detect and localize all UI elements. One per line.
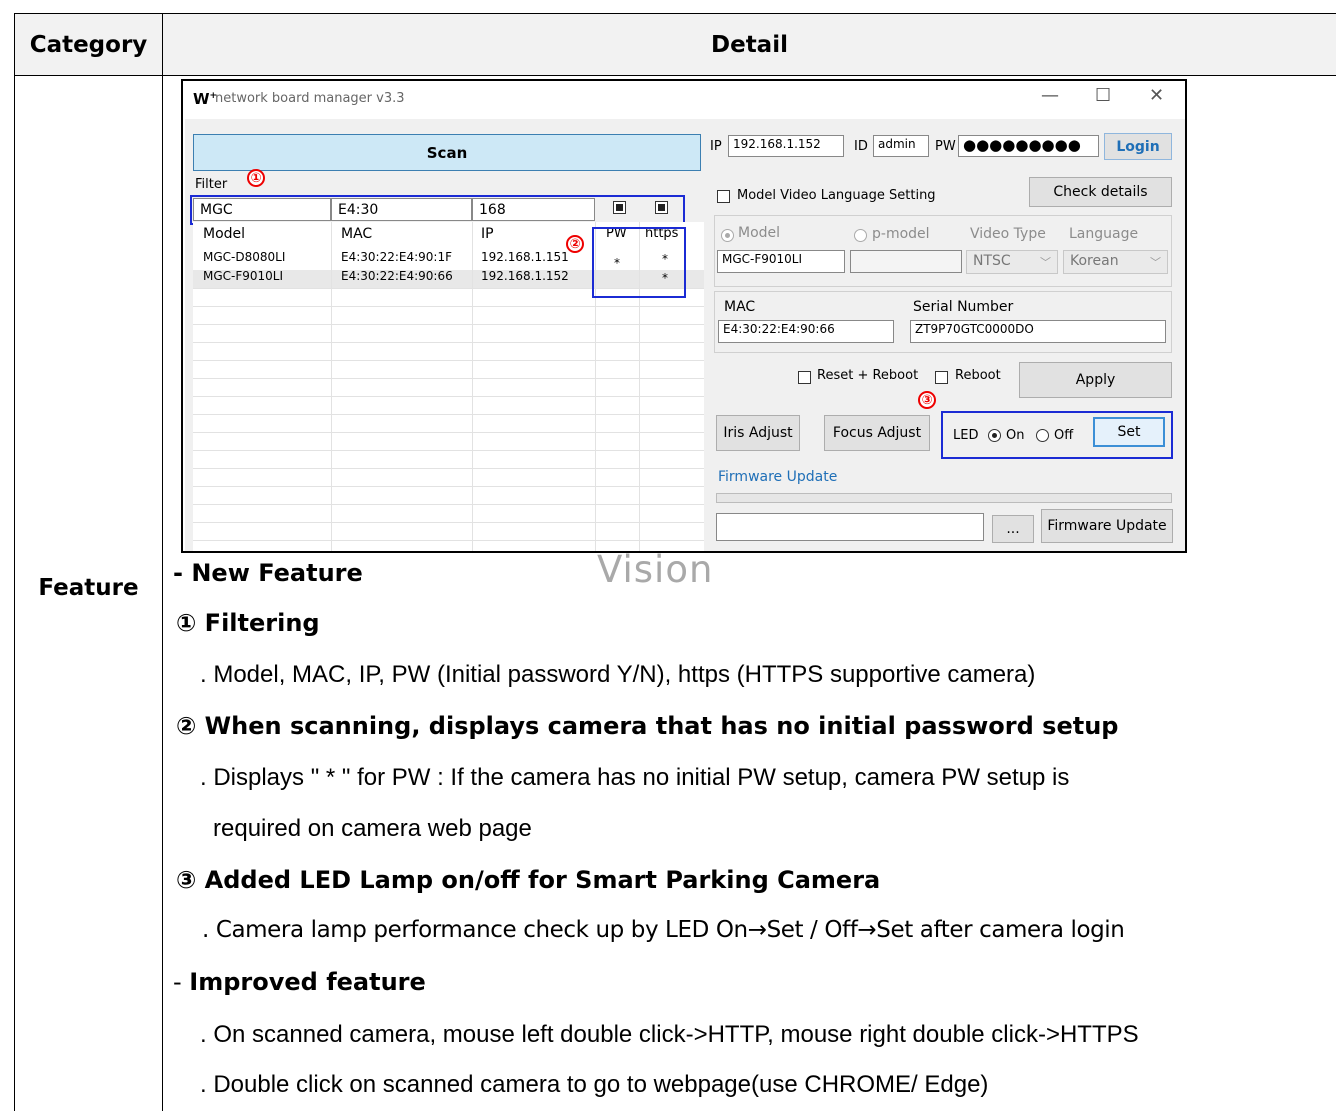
language-label: Language	[1069, 226, 1139, 242]
video-type-select: NTSC ﹀	[966, 250, 1058, 274]
row1-mac[interactable]: E4:30:22:E4:90:1F	[341, 250, 452, 264]
video-type-label: Video Type	[970, 226, 1046, 242]
item2-text-1: . Displays " * " for PW : If the camera …	[200, 764, 1070, 791]
reset-reboot-label: Reset + Reboot	[817, 368, 919, 383]
maximize-icon[interactable]: ☐	[1095, 85, 1111, 106]
browse-button[interactable]: ...	[992, 515, 1034, 543]
scan-button[interactable]: Scan	[193, 134, 701, 171]
pw-highlight-box	[592, 227, 686, 298]
reboot-checkbox[interactable]	[935, 371, 948, 384]
pw-label: PW	[935, 139, 956, 154]
row1-model[interactable]: MGC-D8080LI	[203, 250, 285, 264]
item2-title: ② When scanning, displays camera that ha…	[176, 712, 1119, 740]
window-title: network board manager v3.3	[215, 91, 405, 106]
header-category: Category	[15, 14, 162, 75]
model-video-lang-label: Model Video Language Setting	[737, 188, 936, 203]
header-detail: Detail	[163, 14, 1336, 75]
item3-text: . Camera lamp performance check up by LE…	[202, 917, 1125, 943]
minimize-icon[interactable]: —	[1041, 85, 1059, 106]
column-divider	[162, 13, 163, 1111]
app-window: W+ network board manager v3.3 — ☐ ✕ Scan…	[181, 79, 1187, 553]
improved-text-1: . On scanned camera, mouse left double c…	[200, 1021, 1139, 1048]
pmodel-radio-label: p-model	[872, 226, 930, 242]
marker-2: ②	[566, 235, 584, 253]
row1-ip[interactable]: 192.168.1.151	[481, 250, 569, 264]
ip-input[interactable]: 192.168.1.152	[728, 135, 844, 157]
focus-adjust-button[interactable]: Focus Adjust	[824, 415, 930, 451]
chevron-down-icon: ﹀	[1040, 256, 1051, 269]
serial-label: Serial Number	[913, 299, 1014, 315]
firmware-path-input[interactable]	[716, 513, 984, 541]
id-input[interactable]: admin	[873, 135, 929, 157]
improved-heading: - Improved feature	[173, 968, 426, 996]
header-divider	[14, 75, 1336, 76]
filter-label: Filter	[195, 177, 228, 192]
pmodel-radio	[854, 229, 867, 242]
title-bar: W+ network board manager v3.3 — ☐ ✕	[183, 81, 1185, 119]
led-set-button[interactable]: Set	[1093, 417, 1165, 447]
pw-input[interactable]: ●●●●●●●●●	[958, 135, 1099, 157]
filter-highlight-box	[190, 195, 685, 225]
firmware-update-link[interactable]: Firmware Update	[718, 469, 837, 485]
row2-model[interactable]: MGC-F9010LI	[203, 269, 283, 283]
led-label: LED	[953, 428, 979, 443]
marker-1: ①	[247, 169, 265, 187]
led-on-label: On	[1006, 428, 1025, 443]
model-radio	[721, 229, 734, 242]
check-details-button[interactable]: Check details	[1029, 177, 1172, 207]
led-on-radio[interactable]	[988, 429, 1001, 442]
column-header-model[interactable]: Model	[203, 226, 245, 242]
reset-reboot-checkbox[interactable]	[798, 371, 811, 384]
row2-ip[interactable]: 192.168.1.152	[481, 269, 569, 283]
mac-input[interactable]: E4:30:22:E4:90:66	[718, 320, 894, 343]
led-off-label: Off	[1054, 428, 1074, 443]
category-feature: Feature	[38, 575, 139, 601]
firmware-progress-bar	[716, 493, 1172, 503]
chevron-down-icon: ﹀	[1150, 256, 1161, 269]
mac-label: MAC	[724, 299, 756, 315]
item3-title: ③ Added LED Lamp on/off for Smart Parkin…	[176, 866, 881, 894]
scan-pane: Scan Filter ① MGC E4:30 168 Model MAC IP…	[185, 119, 704, 551]
login-button[interactable]: Login	[1104, 133, 1172, 160]
improved-text-2: . Double click on scanned camera to go t…	[200, 1071, 989, 1098]
led-off-radio[interactable]	[1036, 429, 1049, 442]
pmodel-input	[850, 250, 962, 273]
model-radio-label: Model	[738, 225, 781, 241]
column-header-ip[interactable]: IP	[481, 226, 494, 242]
item1-text: . Model, MAC, IP, PW (Initial password Y…	[200, 661, 1036, 688]
model-input: MGC-F9010LI	[717, 250, 845, 273]
firmware-update-button[interactable]: Firmware Update	[1041, 509, 1173, 543]
item1-title: ① Filtering	[176, 609, 320, 637]
reboot-label: Reboot	[955, 368, 1001, 383]
item2-text-2: required on camera web page	[213, 815, 532, 842]
language-select: Korean ﹀	[1063, 250, 1168, 274]
column-header-mac[interactable]: MAC	[341, 226, 372, 242]
app-logo-icon: W+	[193, 90, 218, 108]
iris-adjust-button[interactable]: Iris Adjust	[716, 415, 800, 451]
marker-3: ③	[918, 391, 936, 409]
id-label: ID	[854, 139, 868, 154]
ip-label: IP	[710, 139, 722, 154]
settings-pane: IP 192.168.1.152 ID admin PW ●●●●●●●●● L…	[704, 119, 1185, 551]
watermark: Vision	[597, 548, 714, 591]
new-feature-heading: - New Feature	[173, 559, 363, 587]
model-video-lang-checkbox[interactable]	[717, 190, 730, 203]
serial-input[interactable]: ZT9P70GTC0000DO	[910, 320, 1166, 343]
apply-button[interactable]: Apply	[1019, 362, 1172, 398]
row2-mac[interactable]: E4:30:22:E4:90:66	[341, 269, 453, 283]
close-icon[interactable]: ✕	[1149, 85, 1164, 106]
